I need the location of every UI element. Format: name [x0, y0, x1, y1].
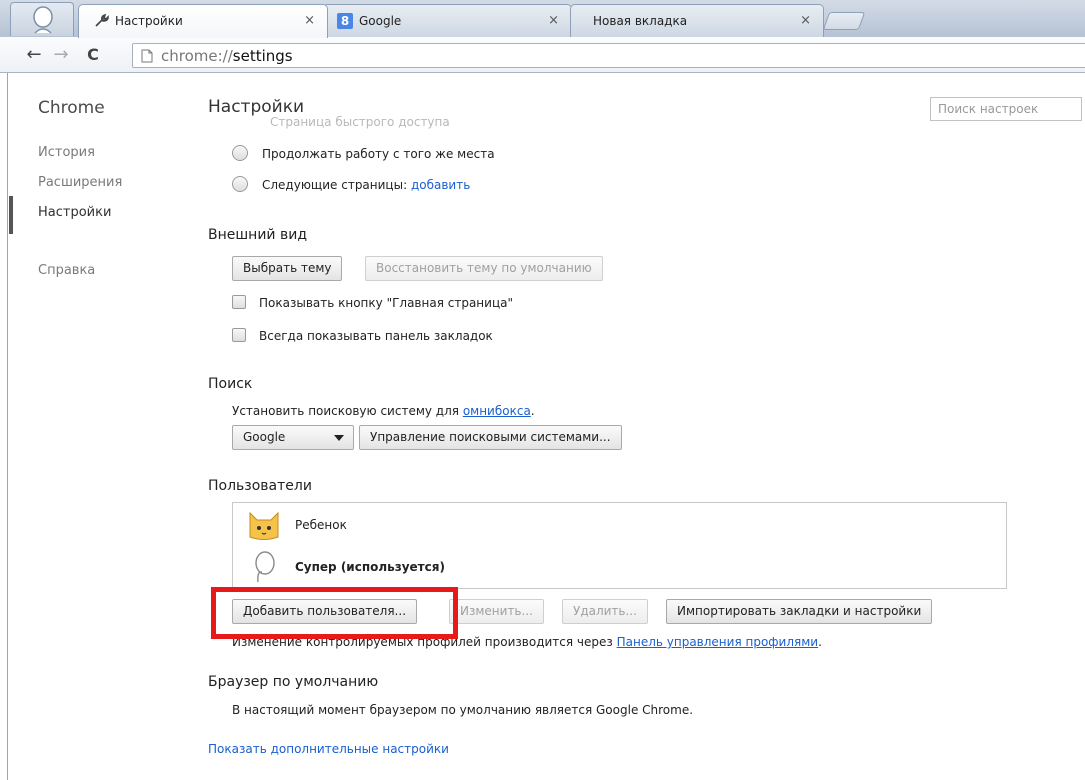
managed-profiles-end: . [818, 635, 822, 649]
cat-avatar-icon [249, 511, 279, 540]
sidebar-item-help[interactable]: Справка [38, 263, 95, 278]
url-host: settings [232, 47, 293, 65]
profiles-dashboard-link[interactable]: Панель управления профилями [617, 635, 819, 649]
show-advanced-settings-link[interactable]: Показать дополнительные настройки [208, 742, 449, 756]
default-avatar-icon [255, 551, 275, 583]
close-icon[interactable]: × [548, 13, 559, 29]
tab-title: Google [359, 14, 402, 28]
omnibox-link[interactable]: омнибокса [463, 404, 531, 418]
section-title-default-browser: Браузер по умолчанию [208, 674, 379, 690]
show-home-label: Показывать кнопку "Главная страница" [259, 296, 513, 310]
add-user-button[interactable]: Добавить пользователя... [232, 599, 418, 624]
search-engine-select[interactable]: Google [232, 425, 354, 450]
profile-avatar-button[interactable] [10, 2, 74, 36]
close-icon[interactable]: × [304, 13, 315, 29]
radio-specific-pages[interactable] [232, 176, 248, 192]
tab-google[interactable]: 8 Google × [322, 4, 572, 37]
tab-strip: Настройки × 8 Google × Новая вкладка × [0, 0, 1085, 38]
sidebar-title: Chrome [38, 98, 105, 118]
default-avatar-icon [33, 6, 53, 34]
wrench-icon [95, 13, 109, 27]
chevron-down-icon [334, 435, 344, 441]
reset-theme-button[interactable]: Восстановить тему по умолчанию [365, 256, 603, 281]
settings-search-input[interactable]: Поиск настроек [930, 97, 1082, 121]
search-description-end: . [530, 404, 535, 418]
users-list: Ребенок Супер (используется) [232, 502, 1007, 589]
show-bookmarks-checkbox[interactable] [232, 328, 246, 342]
tab-new-tab[interactable]: Новая вкладка × [570, 4, 824, 37]
delete-user-button[interactable]: Удалить... [562, 599, 648, 624]
sidebar-item-settings[interactable]: Настройки [38, 205, 111, 220]
user-name: Ребенок [295, 518, 347, 532]
search-engine-value: Google [243, 430, 286, 444]
url-scheme: chrome:// [161, 47, 233, 65]
tab-title: Новая вкладка [593, 14, 688, 28]
sidebar-selected-marker [9, 196, 13, 234]
show-bookmarks-label: Всегда показывать панель закладок [259, 329, 493, 343]
toolbar: ← → C chrome://settings [0, 37, 1085, 73]
page-title: Настройки [208, 97, 305, 117]
tab-title: Настройки [115, 14, 183, 28]
user-name: Супер (используется) [295, 560, 445, 574]
search-description: Установить поисковую систему для омнибок… [232, 404, 535, 418]
sidebar-item-extensions[interactable]: Расширения [38, 175, 122, 190]
specific-pages-text: Следующие страницы: [262, 178, 408, 192]
section-title-search: Поиск [208, 376, 253, 392]
settings-main: Страница быстрого доступа Настройки Поис… [208, 73, 1085, 780]
page-icon [141, 49, 153, 63]
google-icon: 8 [337, 13, 353, 29]
default-browser-text: В настоящий момент браузером по умолчани… [232, 703, 694, 717]
tab-settings[interactable]: Настройки × [78, 4, 328, 38]
choose-theme-button[interactable]: Выбрать тему [232, 256, 343, 281]
edit-user-button[interactable]: Изменить... [449, 599, 544, 624]
close-icon[interactable]: × [800, 13, 811, 29]
manage-search-engines-button[interactable]: Управление поисковыми системами... [359, 425, 622, 450]
radio-continue[interactable] [232, 145, 248, 161]
back-button[interactable]: ← [23, 44, 45, 66]
url-text: chrome://settings [161, 47, 293, 65]
section-title-users: Пользователи [208, 478, 312, 494]
managed-profiles-note: Изменение контролируемых профилей произв… [232, 635, 822, 649]
managed-profiles-text: Изменение контролируемых профилей произв… [232, 635, 613, 649]
sidebar-item-history[interactable]: История [38, 145, 95, 160]
forward-button[interactable]: → [50, 44, 72, 66]
import-bookmarks-button[interactable]: Импортировать закладки и настройки [666, 599, 933, 624]
sidebar: Chrome История Расширения Настройки Спра… [9, 73, 189, 780]
radio-continue-label: Продолжать работу с того же места [262, 147, 495, 161]
window-frame-border [7, 73, 8, 780]
show-home-checkbox[interactable] [232, 295, 246, 309]
reload-button[interactable]: C [82, 44, 104, 66]
new-tab-button[interactable] [822, 12, 866, 30]
faded-section-text: Страница быстрого доступа [270, 115, 450, 129]
add-pages-link[interactable]: добавить [411, 178, 470, 192]
section-title-appearance: Внешний вид [208, 227, 308, 243]
radio-specific-pages-label: Следующие страницы: добавить [262, 178, 470, 192]
search-description-text: Установить поисковую систему для [232, 404, 459, 418]
omnibox[interactable]: chrome://settings [132, 43, 1085, 68]
